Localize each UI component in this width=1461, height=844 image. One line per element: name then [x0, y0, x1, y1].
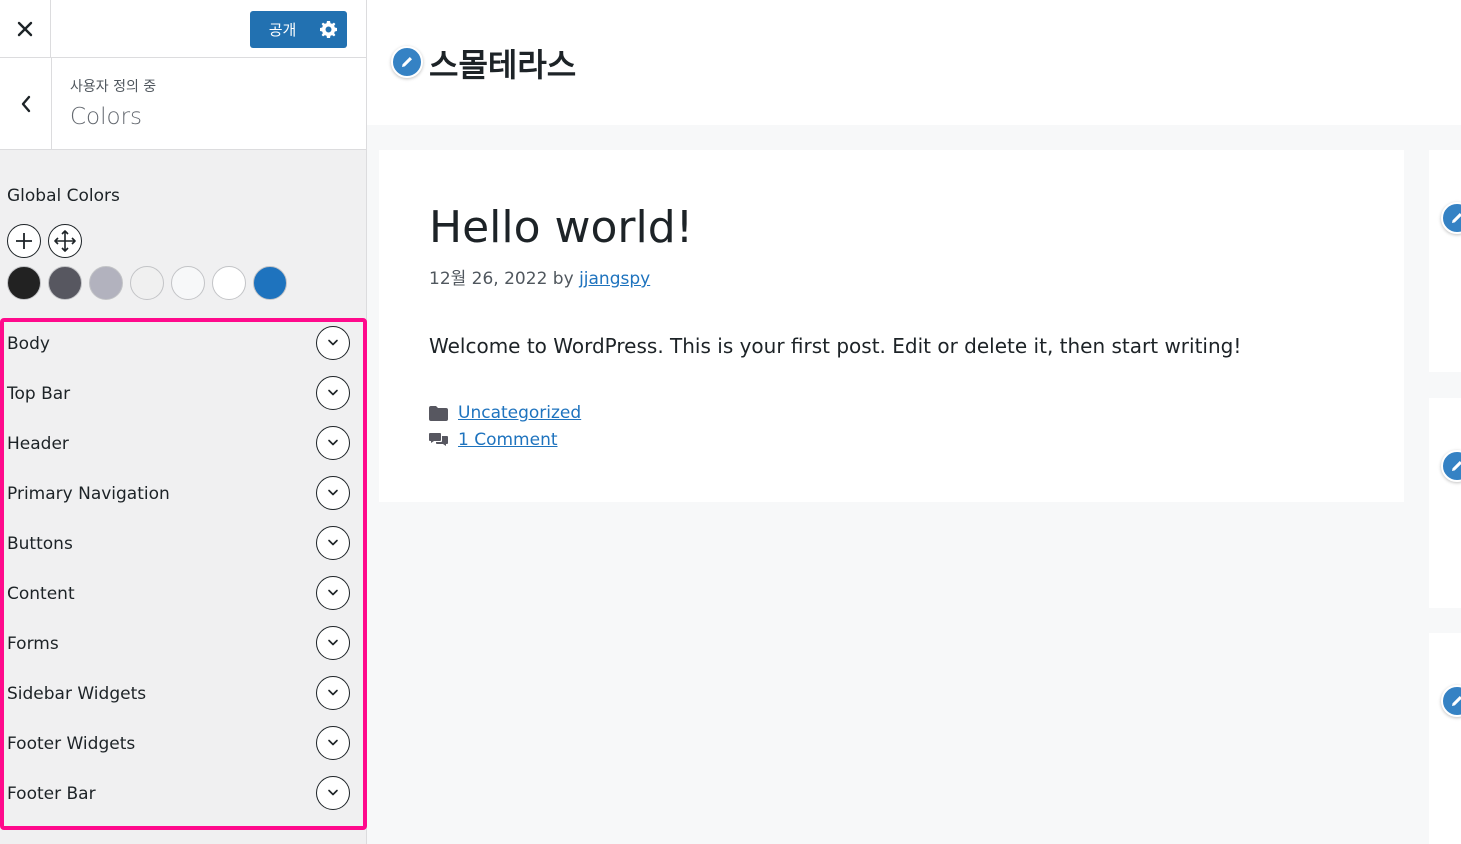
- chevron-down-icon: [328, 739, 338, 746]
- customizing-label: 사용자 정의 중: [70, 79, 157, 95]
- edit-widget-button[interactable]: [1441, 202, 1461, 234]
- chevron-down-icon: [328, 689, 338, 696]
- color-panel-label: Primary Navigation: [7, 484, 170, 504]
- post-category-link[interactable]: Uncategorized: [458, 403, 581, 423]
- color-panel-item[interactable]: Sidebar Widgets: [4, 672, 363, 722]
- edit-widget-button[interactable]: [1441, 450, 1461, 482]
- chevron-down-icon: [328, 339, 338, 346]
- color-panel-item[interactable]: Buttons: [4, 522, 363, 572]
- post-comments-link[interactable]: 1 Comment: [458, 430, 558, 450]
- color-panel-label: Body: [7, 334, 50, 354]
- color-swatch[interactable]: [130, 266, 164, 300]
- post-comments-row: 1 Comment: [429, 430, 558, 450]
- pencil-icon: [1452, 461, 1461, 471]
- site-header: 스몰테라스: [367, 0, 1461, 125]
- publish-settings-button[interactable]: [309, 11, 347, 48]
- color-panel-item[interactable]: Header: [4, 422, 363, 472]
- edit-site-title-button[interactable]: [391, 46, 423, 78]
- post-card: Hello world! 12월 26, 2022 by jjangspy We…: [379, 150, 1404, 502]
- site-preview: 스몰테라스 Hello world! 12월 26, 2022 by jjang…: [367, 0, 1461, 844]
- post-title[interactable]: Hello world!: [429, 202, 693, 253]
- chevron-down-icon: [328, 539, 338, 546]
- expand-panel-button[interactable]: [316, 376, 350, 410]
- chevron-down-icon: [328, 639, 338, 646]
- comments-icon: [429, 433, 448, 446]
- color-panel-item[interactable]: Footer Bar: [4, 772, 363, 822]
- post-by-label: by: [552, 269, 574, 289]
- color-panel-label: Footer Bar: [7, 784, 96, 804]
- reorder-colors-button[interactable]: [48, 224, 82, 258]
- move-icon: [54, 230, 76, 252]
- color-panel-label: Footer Widgets: [7, 734, 136, 754]
- color-swatch[interactable]: [253, 266, 287, 300]
- expand-panel-button[interactable]: [316, 726, 350, 760]
- sidebar-widget: [1429, 398, 1461, 608]
- section-header: 사용자 정의 중 Colors: [0, 58, 366, 150]
- close-icon: [17, 21, 33, 37]
- customizer-header-actions: 공개: [0, 0, 366, 58]
- chevron-down-icon: [328, 439, 338, 446]
- chevron-down-icon: [328, 389, 338, 396]
- back-button[interactable]: [0, 58, 52, 149]
- post-meta: 12월 26, 2022 by jjangspy: [429, 264, 650, 289]
- color-panel-item[interactable]: Body: [4, 322, 363, 372]
- post-author-link[interactable]: jjangspy: [579, 269, 650, 289]
- pencil-icon: [1452, 696, 1461, 706]
- color-swatch[interactable]: [212, 266, 246, 300]
- folder-icon: [429, 405, 448, 421]
- edit-widget-button[interactable]: [1441, 685, 1461, 717]
- expand-panel-button[interactable]: [316, 676, 350, 710]
- sidebar-widget: [1429, 633, 1461, 844]
- color-panel-item[interactable]: Forms: [4, 622, 363, 672]
- chevron-down-icon: [328, 589, 338, 596]
- post-body: Welcome to WordPress. This is your first…: [429, 334, 1242, 358]
- global-colors-label: Global Colors: [7, 186, 120, 206]
- expand-panel-button[interactable]: [316, 626, 350, 660]
- color-swatch[interactable]: [171, 266, 205, 300]
- color-panel-label: Content: [7, 584, 75, 604]
- plus-icon: [16, 233, 32, 249]
- expand-panel-button[interactable]: [316, 476, 350, 510]
- publish-button-group: 공개: [250, 11, 347, 48]
- chevron-down-icon: [328, 789, 338, 796]
- chevron-left-icon: [21, 95, 30, 112]
- color-panel-item[interactable]: Top Bar: [4, 372, 363, 422]
- expand-panel-button[interactable]: [316, 776, 350, 810]
- color-panel-label: Sidebar Widgets: [7, 684, 147, 704]
- expand-panel-button[interactable]: [316, 326, 350, 360]
- expand-panel-button[interactable]: [316, 426, 350, 460]
- sidebar-widget: [1429, 150, 1461, 372]
- section-title: Colors: [70, 104, 143, 130]
- customizer-sidebar: 공개 사용자 정의 중 Colors Global Colors Body To…: [0, 0, 367, 844]
- color-panel-label: Forms: [7, 634, 59, 654]
- color-swatch[interactable]: [7, 266, 41, 300]
- close-customizer-button[interactable]: [0, 0, 51, 58]
- color-panel-label: Header: [7, 434, 69, 454]
- color-panel-label: Top Bar: [7, 384, 71, 404]
- post-date: 12월 26, 2022: [429, 269, 548, 289]
- color-panel-label: Buttons: [7, 534, 73, 554]
- pencil-icon: [402, 57, 412, 67]
- expand-panel-button[interactable]: [316, 576, 350, 610]
- pencil-icon: [1452, 213, 1461, 223]
- color-panel-item[interactable]: Primary Navigation: [4, 472, 363, 522]
- chevron-down-icon: [328, 489, 338, 496]
- site-title[interactable]: 스몰테라스: [429, 40, 576, 86]
- color-panel-item[interactable]: Content: [4, 572, 363, 622]
- color-swatch[interactable]: [48, 266, 82, 300]
- color-panel-list: Body Top Bar Header Primary Navigation Butto…: [0, 318, 367, 830]
- publish-button[interactable]: 공개: [250, 11, 309, 48]
- color-swatch[interactable]: [89, 266, 123, 300]
- gear-icon: [319, 21, 337, 38]
- expand-panel-button[interactable]: [316, 526, 350, 560]
- post-category-row: Uncategorized: [429, 403, 581, 423]
- add-color-button[interactable]: [7, 224, 41, 258]
- color-panel-item[interactable]: Footer Widgets: [4, 722, 363, 772]
